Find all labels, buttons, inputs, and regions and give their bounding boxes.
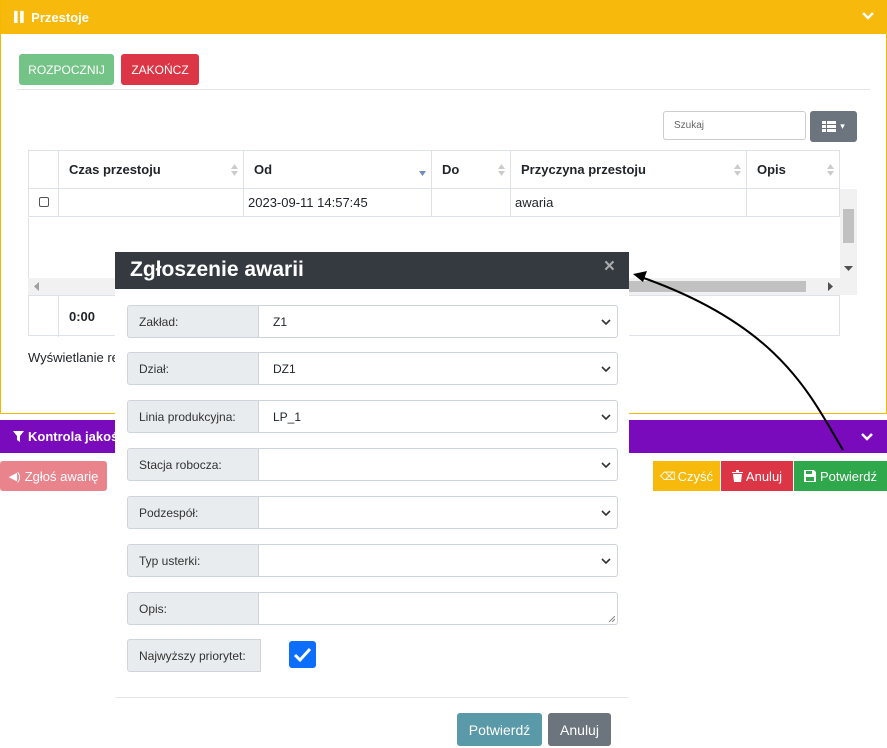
clear-label: Czyść <box>677 468 713 484</box>
col-opis-header[interactable]: Opis <box>746 150 840 189</box>
confirm-button[interactable]: Potwierdź <box>794 461 887 491</box>
cell-przyczyna: awaria <box>510 188 747 217</box>
row-checkbox[interactable] <box>38 197 49 207</box>
start-button[interactable]: ROZPOCZNIJ <box>19 54 114 85</box>
divider <box>17 89 870 90</box>
end-button[interactable]: ZAKOŃCZ <box>121 54 199 85</box>
cancel-button[interactable]: Anuluj <box>721 461 793 491</box>
search-input[interactable]: Szukaj <box>663 111 806 140</box>
field-linia: Linia produkcyjna: LP_1 <box>127 400 618 433</box>
select-value: Z1 <box>273 314 288 329</box>
field-label: Typ usterki: <box>127 544 259 577</box>
field-dzial: Dział: DZ1 <box>127 352 618 385</box>
footer-total: 0:00 <box>69 309 96 324</box>
przestoje-header[interactable]: ▌▌ Przestoje <box>1 0 887 34</box>
col-czas-header[interactable]: Czas przestoju <box>58 150 244 189</box>
sort-icon <box>498 164 505 176</box>
priority-checkbox[interactable] <box>289 641 316 668</box>
stacja-select[interactable] <box>259 448 618 481</box>
opis-textarea[interactable] <box>259 592 618 625</box>
modal-title: Zgłoszenie awarii <box>130 258 304 281</box>
eraser-icon: ⌫ <box>660 470 676 483</box>
col-do-header[interactable]: Do <box>431 150 511 189</box>
field-opis: Opis: <box>127 592 618 625</box>
columns-toggle-button[interactable]: ▾ <box>810 111 857 142</box>
field-typ-usterki: Typ usterki: <box>127 544 618 577</box>
zaklad-select[interactable]: Z1 <box>259 305 618 338</box>
col-przyczyna-header[interactable]: Przyczyna przestoju <box>510 150 747 189</box>
check-icon <box>293 647 312 663</box>
chevron-down-icon <box>601 462 611 469</box>
sort-desc-icon <box>419 171 426 176</box>
table-icon <box>822 121 837 132</box>
cell-czas <box>58 188 244 217</box>
confirm-label: Potwierdź <box>819 468 878 484</box>
table-row[interactable]: 2023-09-11 14:57:45 awaria <box>28 188 840 217</box>
chevron-down-icon[interactable] <box>859 429 875 445</box>
modal-header: Zgłoszenie awarii × <box>115 252 629 289</box>
chevron-down-icon[interactable] <box>860 8 876 24</box>
close-icon[interactable]: × <box>604 256 615 278</box>
failure-report-modal: Zgłoszenie awarii × Zakład: Z1 Dział: DZ… <box>115 252 629 748</box>
select-all-header <box>28 150 59 189</box>
trash-icon <box>731 470 743 482</box>
field-label: Podzespół: <box>127 496 259 529</box>
scroll-down-icon[interactable] <box>844 266 853 272</box>
field-zaklad: Zakład: Z1 <box>127 305 618 338</box>
report-failure-button[interactable]: ◀) Zgłoś awarię <box>0 461 107 491</box>
field-priority: Najwyższy priorytet: <box>127 639 618 672</box>
sort-icon <box>231 164 238 176</box>
dzial-select[interactable]: DZ1 <box>259 352 618 385</box>
filter-icon <box>13 431 24 442</box>
chevron-down-icon <box>601 510 611 517</box>
resize-handle-icon[interactable] <box>609 616 615 622</box>
row-checkbox-cell[interactable] <box>28 188 59 217</box>
megaphone-icon: ◀) <box>8 470 21 483</box>
modal-cancel-button[interactable]: Anuluj <box>548 713 611 746</box>
sort-icon <box>827 164 834 176</box>
field-podzespol: Podzespół: <box>127 496 618 529</box>
divider <box>115 697 629 698</box>
select-value: LP_1 <box>273 409 302 424</box>
cancel-label: Anuluj <box>745 468 783 484</box>
modal-confirm-button[interactable]: Potwierdź <box>457 713 542 746</box>
chevron-down-icon <box>601 414 611 421</box>
field-label: Dział: <box>127 352 259 385</box>
sort-icon <box>734 164 741 176</box>
chevron-down-icon <box>601 366 611 373</box>
vertical-scrollbar[interactable] <box>840 189 857 278</box>
field-label: Najwyższy priorytet: <box>127 639 261 672</box>
kontrola-title: Kontrola jakośc <box>28 429 126 444</box>
clear-button[interactable]: ⌫ Czyść <box>653 461 720 491</box>
caret-down-icon: ▾ <box>840 121 845 131</box>
podzespol-select[interactable] <box>259 496 618 529</box>
chevron-down-icon <box>601 558 611 565</box>
pagination-info: Wyświetlanie re <box>28 350 119 365</box>
col-od-header[interactable]: Od <box>243 150 432 189</box>
scroll-left-icon[interactable] <box>33 282 39 291</box>
field-label: Zakład: <box>127 305 259 338</box>
przestoje-title: Przestoje <box>31 9 89 25</box>
field-label: Stacja robocza: <box>127 448 259 481</box>
przestoje-table: Czas przestoju Od Do Przyczyna przestoju… <box>28 150 840 217</box>
cell-opis <box>746 188 840 217</box>
save-icon <box>803 470 816 482</box>
divider <box>58 296 59 337</box>
field-label: Linia produkcyjna: <box>127 400 259 433</box>
report-failure-label: Zgłoś awarię <box>24 468 99 484</box>
scrollbar-thumb[interactable] <box>843 209 854 243</box>
linia-select[interactable]: LP_1 <box>259 400 618 433</box>
select-value: DZ1 <box>273 361 296 376</box>
pause-icon: ▌▌ <box>14 11 27 23</box>
typ-usterki-select[interactable] <box>259 544 618 577</box>
chevron-down-icon <box>601 319 611 326</box>
cell-do <box>431 188 511 217</box>
scroll-right-icon[interactable] <box>828 282 834 291</box>
cell-od: 2023-09-11 14:57:45 <box>243 188 432 217</box>
field-label: Opis: <box>127 592 259 625</box>
field-stacja: Stacja robocza: <box>127 448 618 481</box>
